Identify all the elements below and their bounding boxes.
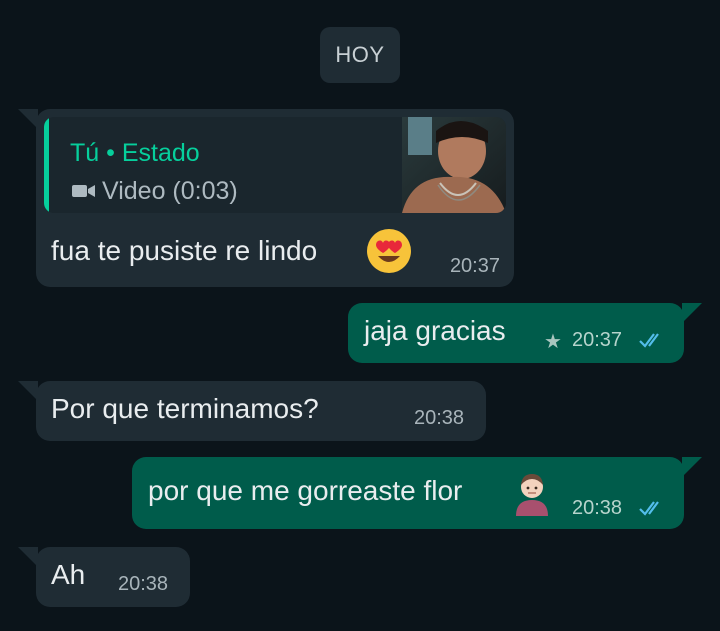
heart-eyes-emoji	[366, 228, 412, 279]
message-bubble-outgoing[interactable]: jaja gracias ★ 20:37	[348, 303, 702, 363]
message-bubble-outgoing[interactable]: por que me gorreaste flor 20:38	[132, 457, 702, 529]
quote-title: Tú • Estado	[70, 139, 200, 167]
status-thumbnail[interactable]	[402, 117, 506, 213]
bubble-tail	[18, 109, 38, 129]
date-chip: HOY	[320, 27, 400, 83]
quote-accent-bar	[44, 117, 49, 213]
message-bubble-incoming[interactable]: Por que terminamos? 20:38	[18, 381, 486, 441]
bubble-tail	[682, 457, 702, 477]
message-time: 20:38	[118, 573, 169, 595]
message-bubble-incoming[interactable]: Tú • Estado Video (0:03) fua te pusiste …	[18, 109, 514, 287]
message-text: fua te pusiste re lindo	[51, 235, 318, 266]
message-text: Ah	[51, 559, 86, 590]
bubble-tail	[682, 303, 702, 323]
message-time: 20:37	[572, 329, 623, 351]
star-icon: ★	[544, 331, 562, 353]
double-check-icon	[638, 499, 668, 522]
person-emoji	[514, 470, 550, 521]
bubble-tail	[18, 547, 38, 567]
double-check-icon	[638, 331, 668, 354]
message-text: Por que terminamos?	[51, 393, 319, 424]
message-text: jaja gracias	[364, 315, 506, 346]
message-time: 20:38	[414, 407, 465, 429]
bubble-tail	[18, 381, 38, 401]
quote-subtitle: Video (0:03)	[72, 177, 238, 206]
message-time: 20:38	[572, 497, 623, 519]
quote-subtitle-text: Video (0:03)	[102, 177, 238, 205]
message-text: por que me gorreaste flor	[148, 475, 463, 506]
message-bubble-incoming[interactable]: Ah 20:38	[18, 547, 190, 607]
video-camera-icon	[72, 177, 96, 206]
quoted-status-card[interactable]: Tú • Estado Video (0:03)	[44, 117, 506, 213]
message-time: 20:37	[449, 255, 500, 277]
